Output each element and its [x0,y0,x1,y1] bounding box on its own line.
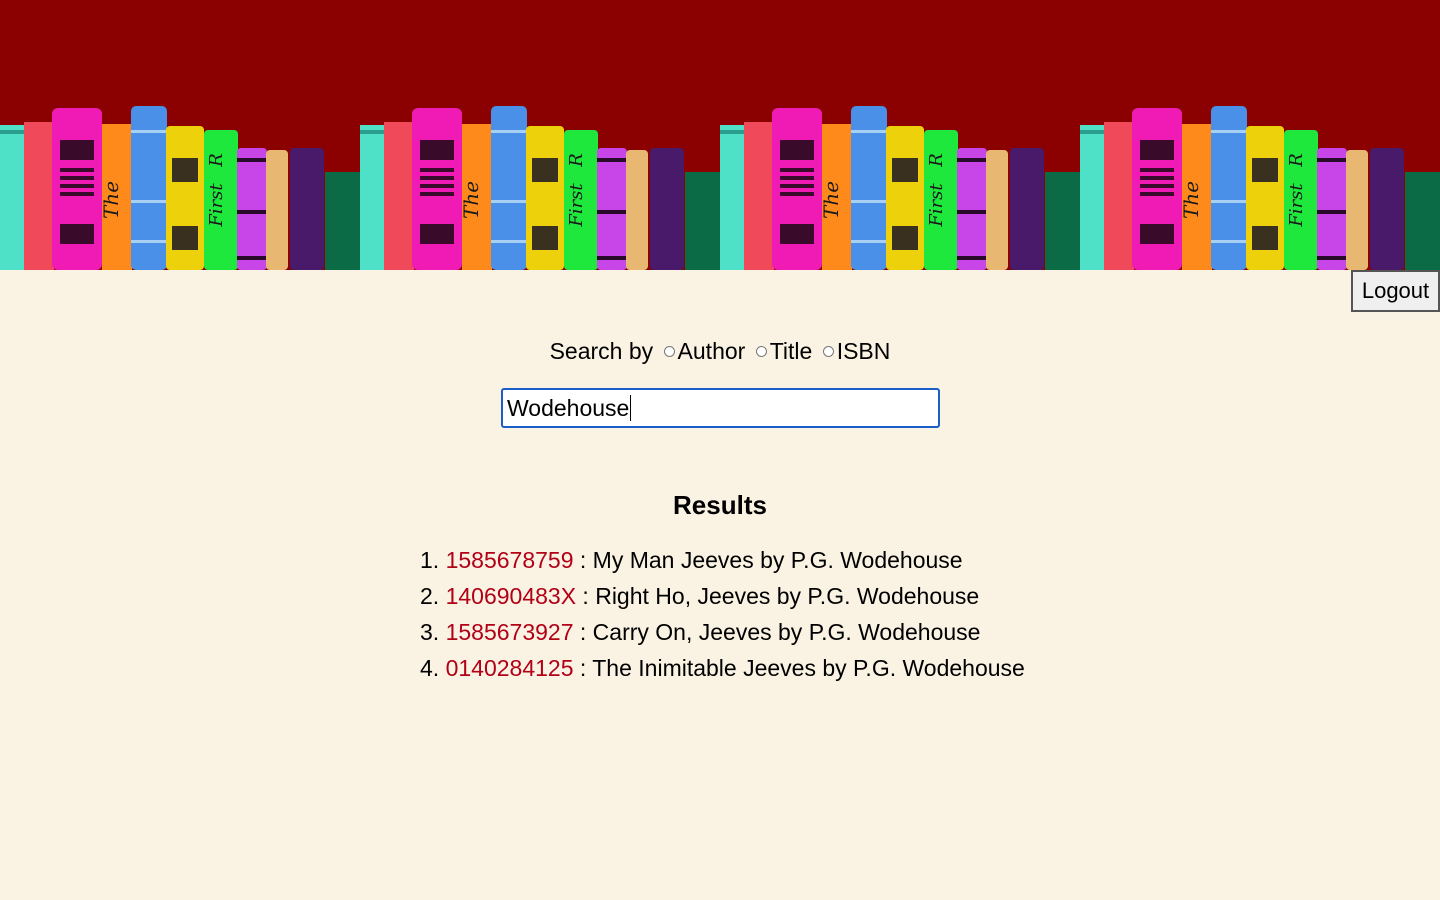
radio-title[interactable] [755,346,767,358]
results-list: 1. 1585678759 : My Man Jeeves by P.G. Wo… [420,542,1025,686]
search-input-value: Wodehouse [507,394,630,421]
logout-button[interactable]: Logout [1351,270,1440,312]
bookshelf-illustration: The First R [0,106,1440,270]
isbn-link[interactable]: 140690483X [446,583,576,609]
isbn-link[interactable]: 0140284125 [446,655,574,681]
result-item: 2. 140690483X : Right Ho, Jeeves by P.G.… [420,578,1025,614]
result-number: 4. [420,655,440,681]
result-number: 3. [420,619,440,645]
result-text: : Carry On, Jeeves by P.G. Wodehouse [573,619,981,645]
result-number: 2. [420,583,440,609]
isbn-link[interactable]: 1585678759 [446,547,574,573]
result-text: : The Inimitable Jeeves by P.G. Wodehous… [573,655,1025,681]
search-by-row: Search by Author Title ISBN [0,336,1440,366]
radio-isbn[interactable] [822,346,834,358]
result-text: : Right Ho, Jeeves by P.G. Wodehouse [576,583,980,609]
bookshelf-banner: The First R [0,0,1440,270]
search-by-label: Search by [549,338,654,364]
result-text: : My Man Jeeves by P.G. Wodehouse [573,547,963,573]
result-number: 1. [420,547,440,573]
result-item: 3. 1585673927 : Carry On, Jeeves by P.G.… [420,614,1025,650]
radio-title-label[interactable]: Title [770,338,813,364]
search-input[interactable]: Wodehouse [501,388,940,428]
radio-author-label[interactable]: Author [678,338,746,364]
radio-author[interactable] [663,346,675,358]
result-item: 4. 0140284125 : The Inimitable Jeeves by… [420,650,1025,686]
result-item: 1. 1585678759 : My Man Jeeves by P.G. Wo… [420,542,1025,578]
results-heading: Results [673,490,767,520]
radio-isbn-label[interactable]: ISBN [837,338,891,364]
text-caret [630,395,632,421]
isbn-link[interactable]: 1585673927 [446,619,574,645]
